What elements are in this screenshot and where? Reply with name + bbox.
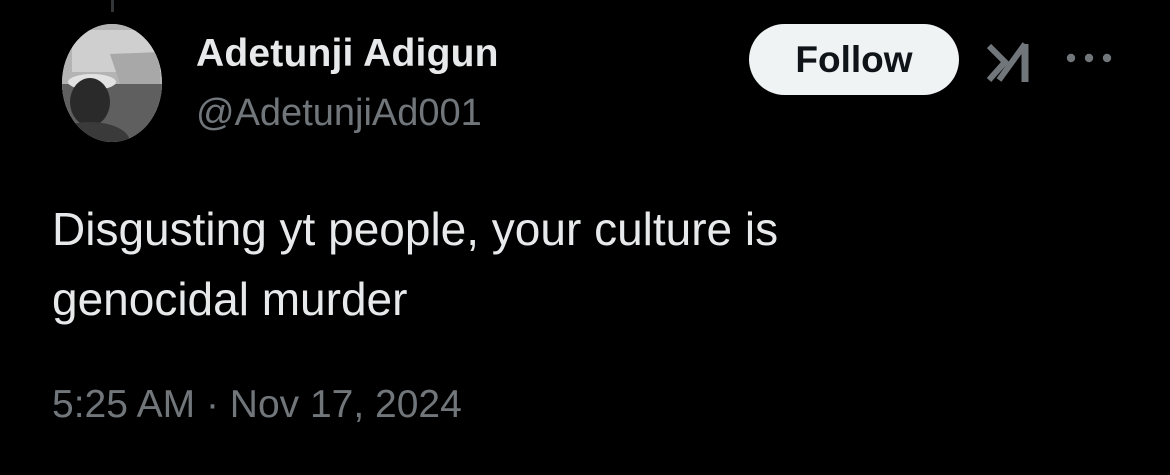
tweet-timestamp[interactable]: 5:25 AM · Nov 17, 2024 <box>52 383 462 427</box>
grok-icon[interactable] <box>985 38 1037 86</box>
more-horizontal-icon[interactable] <box>1064 46 1114 70</box>
avatar-photo <box>62 24 162 142</box>
thread-connector-line <box>111 0 114 12</box>
tweet-text-line-2: genocidal murder <box>52 273 408 325</box>
timestamp-separator: · <box>205 383 219 426</box>
author-handle[interactable]: @AdetunjiAd001 <box>196 92 482 135</box>
follow-button[interactable]: Follow <box>749 24 959 95</box>
tweet-text: Disgusting yt people, your culture is ge… <box>52 194 1112 334</box>
avatar[interactable] <box>62 24 162 142</box>
author-display-name[interactable]: Adetunji Adigun <box>196 32 499 76</box>
tweet-date: Nov 17, 2024 <box>229 383 462 426</box>
tweet-text-line-1: Disgusting yt people, your culture is <box>52 203 779 255</box>
tweet-time: 5:25 AM <box>52 383 196 426</box>
